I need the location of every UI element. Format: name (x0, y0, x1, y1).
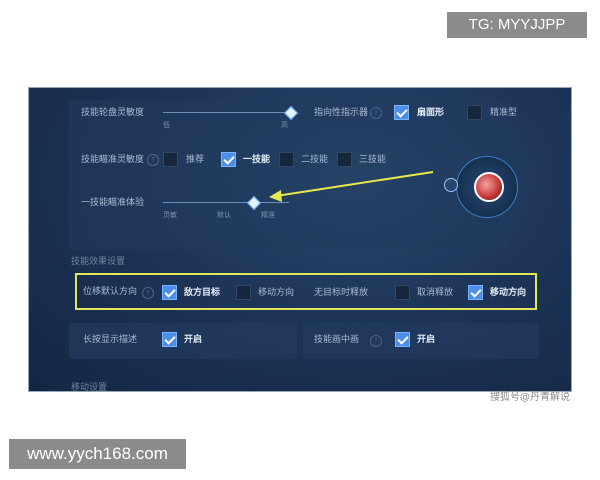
move-direction-release-label: 移动方向 (490, 288, 527, 298)
enemy-target-checkbox[interactable] (162, 285, 177, 300)
pip-checkbox[interactable] (395, 332, 410, 347)
section-title: 技能效果设置 (71, 257, 126, 267)
enemy-target-label: 敌方目标 (184, 288, 221, 298)
long-press-option-label: 开启 (184, 335, 203, 345)
move-direction-release-checkbox[interactable] (468, 285, 483, 300)
help-icon[interactable]: ? (142, 287, 154, 299)
cancel-skill-icon (444, 178, 458, 192)
watermark-bottom: www.yych168.com (9, 439, 186, 469)
dash-direction-label: 位移默认方向 (83, 287, 138, 297)
cancel-release-label: 取消释放 (417, 288, 454, 298)
pip-label: 技能画中画 (314, 335, 360, 345)
credit-watermark: 搜狐号@丹青解说 (490, 392, 570, 403)
long-press-label: 长按显示描述 (83, 335, 138, 345)
help-icon[interactable]: ? (370, 335, 382, 347)
move-direction-label: 移动方向 (258, 288, 295, 298)
no-target-label: 无目标时释放 (314, 288, 369, 298)
long-press-checkbox[interactable] (162, 332, 177, 347)
game-settings-screenshot: 技能轮盘灵敏度 低 高 指向性指示器 ? 扇面形 精准型 技能瞄准灵敏度 ? 推… (28, 87, 572, 392)
bottom-section-title: 移动设置 (71, 383, 108, 392)
cancel-release-checkbox[interactable] (395, 285, 410, 300)
watermark-top: TG: MYYJJPP (447, 12, 587, 38)
pip-option-label: 开启 (417, 335, 436, 345)
skill-joystick-icon (474, 172, 504, 202)
move-direction-checkbox[interactable] (236, 285, 251, 300)
